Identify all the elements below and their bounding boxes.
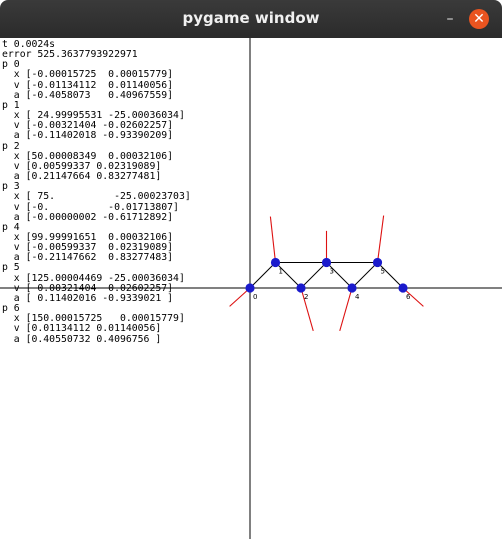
debug-line: error 525.3637793922971 xyxy=(2,49,138,61)
debug-line: v [0.01134112 0.01140056] xyxy=(2,323,162,335)
node-label: 1 xyxy=(279,268,283,276)
node-label: 0 xyxy=(253,293,257,301)
debug-line: a [-0.11402018 -0.93390209] xyxy=(2,130,174,142)
truss-member xyxy=(351,262,378,289)
debug-line: a [-0.4058073 0.40967559] xyxy=(2,89,174,101)
force-vector-5 xyxy=(376,215,385,263)
node-label: 6 xyxy=(406,293,411,301)
debug-line: x [ 75. -25.00023703] xyxy=(2,191,191,203)
force-vector-4 xyxy=(339,287,353,331)
node-label: 4 xyxy=(355,293,360,301)
debug-line: a [0.40550732 0.4096756 ] xyxy=(2,333,162,345)
truss-node-2[interactable] xyxy=(296,283,306,293)
pygame-window: pygame window – ✕ 0123456 t 0.0024s error… xyxy=(0,0,502,539)
debug-line: a [-0.21147662 0.83277483] xyxy=(2,252,174,264)
truss-node-5[interactable] xyxy=(372,257,383,268)
debug-line: a [-0.00000002 -0.61712892] xyxy=(2,211,174,223)
truss-node-0[interactable] xyxy=(245,283,255,293)
node-label: 3 xyxy=(330,268,334,276)
force-vector-1 xyxy=(269,216,277,263)
truss-node-4[interactable] xyxy=(347,283,357,293)
node-label: 2 xyxy=(304,293,308,301)
debug-readout: t 0.0024s error 525.3637793922971 p 0 x [-… xyxy=(2,39,191,345)
truss-member xyxy=(249,262,276,289)
truss-node-6[interactable] xyxy=(398,283,408,293)
node-label: 5 xyxy=(381,268,385,276)
truss-node-1[interactable] xyxy=(270,257,281,268)
truss-node-3[interactable] xyxy=(321,257,332,268)
debug-line: a [ 0.11402016 -0.9339021 ] xyxy=(2,292,174,304)
debug-line: a [0.21147664 0.83277481] xyxy=(2,171,162,183)
truss-member xyxy=(300,262,327,289)
